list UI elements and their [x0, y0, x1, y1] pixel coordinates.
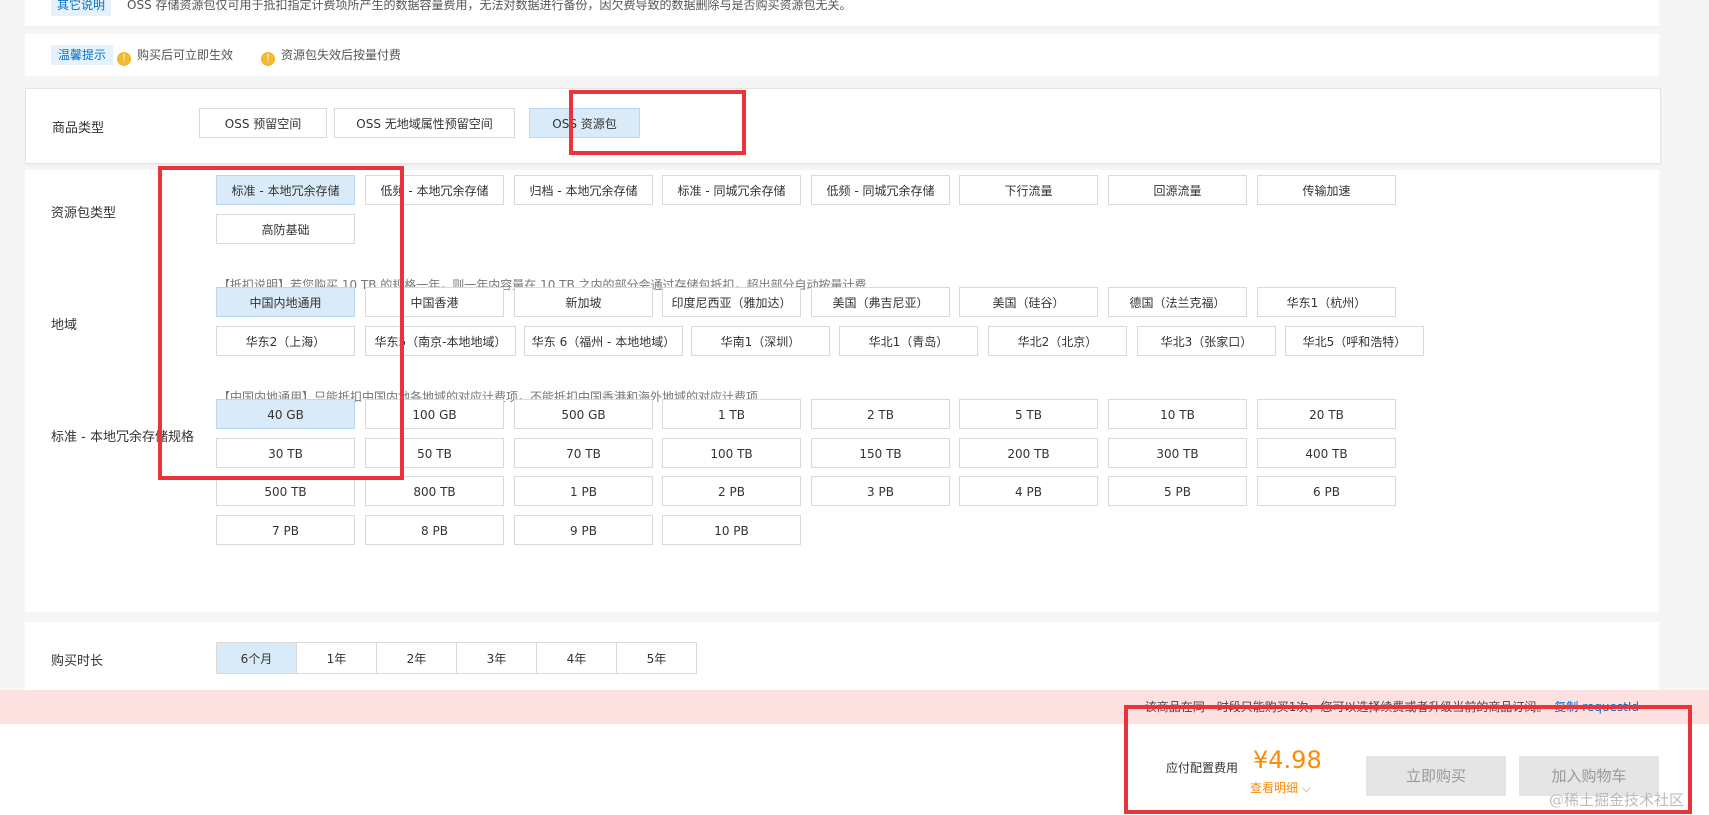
other-notes-tag: 其它说明 — [51, 0, 112, 16]
spec-label: 标准 - 本地冗余存储规格 — [51, 430, 194, 445]
tips-card: 温馨提示 ! 购买后可立即生效 ! 资源包失效后按量付费 — [25, 34, 1659, 76]
product-type-label: 商品类型 — [52, 121, 105, 136]
spec-option-23[interactable]: 6 PB — [1257, 476, 1396, 506]
duration-option-3[interactable]: 3年 — [456, 642, 537, 674]
package-type-option-3[interactable]: 标准 - 同城冗余存储 — [662, 175, 801, 205]
spec-option-4[interactable]: 2 TB — [811, 399, 950, 429]
spec-option-19[interactable]: 2 PB — [662, 476, 801, 506]
region-option-10[interactable]: 华东 6（福州 - 本地地域） — [524, 326, 683, 356]
package-type-option-0[interactable]: 标准 - 本地冗余存储 — [216, 175, 355, 205]
spec-option-24[interactable]: 7 PB — [216, 515, 355, 545]
region-option-5[interactable]: 美国（硅谷） — [959, 287, 1098, 317]
package-type-option-6[interactable]: 回源流量 — [1108, 175, 1247, 205]
region-option-11[interactable]: 华南1（深圳） — [691, 326, 830, 356]
region-option-7[interactable]: 华东1（杭州） — [1257, 287, 1396, 317]
spec-option-16[interactable]: 500 TB — [216, 476, 355, 506]
tip-item-payg: ! 资源包失效后按量付费 — [261, 45, 402, 66]
region-option-1[interactable]: 中国香港 — [365, 287, 504, 317]
package-type-label: 资源包类型 — [51, 206, 117, 221]
spec-option-9[interactable]: 50 TB — [365, 438, 504, 468]
spec-option-27[interactable]: 10 PB — [662, 515, 801, 545]
region-option-12[interactable]: 华北1（青岛） — [839, 326, 978, 356]
duration-card: 购买时长 6个月 1年 2年 3年 4年 5年 — [25, 622, 1659, 690]
spec-option-6[interactable]: 10 TB — [1108, 399, 1247, 429]
region-option-14[interactable]: 华北3（张家口） — [1137, 326, 1276, 356]
purchase-limit-alert: 该商品在同一时段只能购买1次，您可以选择续费或者升级当前的商品订阅。 复制 req… — [0, 690, 1709, 724]
spec-option-25[interactable]: 8 PB — [365, 515, 504, 545]
package-type-option-8[interactable]: 高防基础 — [216, 214, 355, 244]
spec-option-26[interactable]: 9 PB — [514, 515, 653, 545]
region-option-15[interactable]: 华北5（呼和浩特） — [1285, 326, 1424, 356]
spec-option-11[interactable]: 100 TB — [662, 438, 801, 468]
tip-text: 资源包失效后按量付费 — [281, 48, 402, 62]
buy-now-button[interactable]: 立即购买 — [1366, 756, 1506, 796]
region-option-13[interactable]: 华北2（北京） — [988, 326, 1127, 356]
tips-tag: 温馨提示 — [51, 45, 114, 65]
price-value: ¥4.98 — [1253, 746, 1322, 774]
package-type-option-2[interactable]: 归档 - 本地冗余存储 — [514, 175, 653, 205]
duration-option-1[interactable]: 1年 — [296, 642, 377, 674]
chevron-down-icon: ⌵ — [1301, 781, 1311, 795]
package-type-option-1[interactable]: 低频 - 本地冗余存储 — [365, 175, 504, 205]
region-option-0[interactable]: 中国内地通用 — [216, 287, 355, 317]
product-type-oss-package[interactable]: OSS 资源包 — [529, 108, 640, 138]
other-notes-card: 其它说明 OSS 存储资源包仅可用于抵扣指定计费项所产生的数据容量费用，无法对数… — [25, 0, 1659, 27]
package-type-option-4[interactable]: 低频 - 同城冗余存储 — [811, 175, 950, 205]
spec-option-20[interactable]: 3 PB — [811, 476, 950, 506]
spec-option-0[interactable]: 40 GB — [216, 399, 355, 429]
duration-option-5[interactable]: 5年 — [616, 642, 697, 674]
alert-message: 该商品在同一时段只能购买1次，您可以选择续费或者升级当前的商品订阅。 — [1144, 700, 1549, 714]
warning-icon: ! — [261, 52, 275, 66]
warning-icon: ! — [117, 52, 131, 66]
duration-option-2[interactable]: 2年 — [376, 642, 457, 674]
spec-option-8[interactable]: 30 TB — [216, 438, 355, 468]
spec-option-2[interactable]: 500 GB — [514, 399, 653, 429]
spec-option-13[interactable]: 200 TB — [959, 438, 1098, 468]
duration-label: 购买时长 — [51, 654, 104, 669]
duration-option-4[interactable]: 4年 — [536, 642, 617, 674]
spec-option-3[interactable]: 1 TB — [662, 399, 801, 429]
spec-option-10[interactable]: 70 TB — [514, 438, 653, 468]
fee-label: 应付配置费用 — [1166, 761, 1239, 775]
region-option-4[interactable]: 美国（弗吉尼亚） — [811, 287, 950, 317]
region-option-2[interactable]: 新加坡 — [514, 287, 653, 317]
spec-option-17[interactable]: 800 TB — [365, 476, 504, 506]
spec-option-18[interactable]: 1 PB — [514, 476, 653, 506]
package-type-option-5[interactable]: 下行流量 — [959, 175, 1098, 205]
view-details-text: 查看明细 — [1250, 781, 1299, 795]
alert-text: 该商品在同一时段只能购买1次，您可以选择续费或者升级当前的商品订阅。 复制 req… — [1145, 698, 1639, 715]
checkout-bar: 应付配置费用 ¥4.98 查看明细 ⌵ 立即购买 加入购物车 @稀土掘金技术社区 — [0, 724, 1709, 815]
spec-option-7[interactable]: 20 TB — [1257, 399, 1396, 429]
package-type-option-7[interactable]: 传输加速 — [1257, 175, 1396, 205]
spec-option-21[interactable]: 4 PB — [959, 476, 1098, 506]
region-label: 地域 — [51, 318, 78, 333]
spec-option-22[interactable]: 5 PB — [1108, 476, 1247, 506]
product-type-oss-regionless[interactable]: OSS 无地域属性预留空间 — [334, 108, 515, 138]
watermark-text: @稀土掘金技术社区 — [1548, 791, 1684, 809]
region-option-8[interactable]: 华东2（上海） — [216, 326, 355, 356]
spec-option-5[interactable]: 5 TB — [959, 399, 1098, 429]
region-option-9[interactable]: 华东5（南京-本地地域） — [365, 326, 516, 356]
other-notes-text: OSS 存储资源包仅可用于抵扣指定计费项所产生的数据容量费用，无法对数据进行备份… — [127, 0, 852, 12]
region-option-3[interactable]: 印度尼西亚（雅加达） — [662, 287, 801, 317]
copy-request-id-link[interactable]: 复制 requestId — [1554, 700, 1639, 714]
spec-option-12[interactable]: 150 TB — [811, 438, 950, 468]
view-details-link[interactable]: 查看明细 ⌵ — [1250, 779, 1311, 796]
config-card: 资源包类型 标准 - 本地冗余存储 低频 - 本地冗余存储 归档 - 本地冗余存储标… — [25, 170, 1659, 612]
spec-option-15[interactable]: 400 TB — [1257, 438, 1396, 468]
product-type-oss-reserved[interactable]: OSS 预留空间 — [199, 108, 327, 138]
oss-purchase-page: 其它说明 OSS 存储资源包仅可用于抵扣指定计费项所产生的数据容量费用，无法对数… — [0, 0, 1709, 815]
product-type-card: 商品类型 OSS 预留空间 OSS 无地域属性预留空间 OSS 资源包 — [25, 88, 1661, 164]
tip-text: 购买后可立即生效 — [137, 48, 234, 62]
tip-item-immediate: ! 购买后可立即生效 — [117, 45, 234, 66]
spec-option-14[interactable]: 300 TB — [1108, 438, 1247, 468]
duration-option-0[interactable]: 6个月 — [216, 642, 297, 674]
spec-option-1[interactable]: 100 GB — [365, 399, 504, 429]
region-option-6[interactable]: 德国（法兰克福） — [1108, 287, 1247, 317]
